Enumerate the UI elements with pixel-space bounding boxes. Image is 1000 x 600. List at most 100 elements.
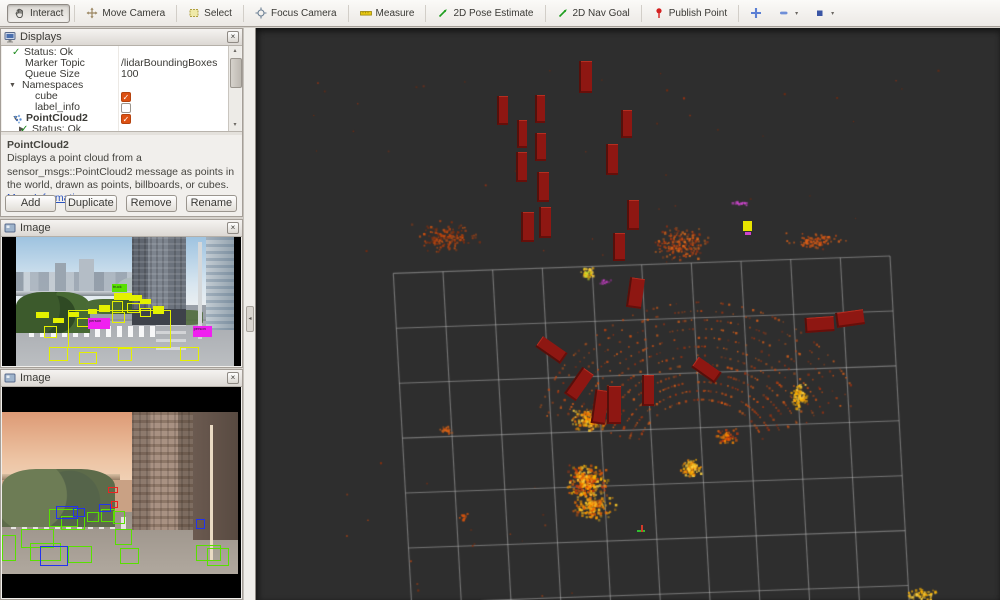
tool-interact[interactable]: Interact xyxy=(7,4,70,23)
image2-panel-header[interactable]: Image × xyxy=(1,370,242,387)
image2-close-button[interactable]: × xyxy=(227,372,239,384)
3d-viewport[interactable] xyxy=(256,28,1000,600)
green-arrow-icon xyxy=(437,7,449,19)
lidar-bounding-box xyxy=(517,120,527,148)
tool-label: 2D Pose Estimate xyxy=(453,8,533,19)
detection-label xyxy=(53,318,64,323)
image1-content: truckpersonperson xyxy=(2,237,241,366)
tree-row-status-ok[interactable]: ▶✓Status: Ok xyxy=(2,124,230,131)
image1-panel-title: Image xyxy=(20,222,51,234)
detection-label xyxy=(88,309,97,314)
tool-2d-nav-goal[interactable]: 2D Nav Goal xyxy=(550,4,637,23)
dropdown-caret-icon: ▾ xyxy=(795,10,798,17)
tool-measure[interactable]: Measure xyxy=(353,4,422,23)
description-body: Displays a point cloud from a sensor_msg… xyxy=(7,152,234,191)
detection-box xyxy=(44,326,57,338)
lidar-bounding-box xyxy=(607,386,621,424)
displays-tree[interactable]: ✓Status: OkMarker Topic/lidarBoundingBox… xyxy=(2,46,230,131)
toolbar-separator xyxy=(738,5,739,22)
lidar-bounding-box xyxy=(606,144,618,175)
detection-box xyxy=(113,511,125,524)
lidar-bounding-box xyxy=(521,212,534,242)
toolbar-separator xyxy=(641,5,642,22)
tool-select[interactable]: Select xyxy=(181,4,239,23)
scroll-up-icon[interactable]: ▴ xyxy=(229,46,241,57)
image2-content xyxy=(2,387,241,598)
displays-panel-title: Displays xyxy=(20,31,62,43)
lidar-bounding-box xyxy=(535,133,546,161)
detection-label: truck xyxy=(112,284,127,292)
camera-image-infrared xyxy=(2,412,238,574)
remove-button[interactable]: Remove xyxy=(126,195,177,212)
add-button[interactable]: Add xyxy=(5,195,56,212)
camera-image-day: truckpersonperson xyxy=(16,237,234,366)
checkbox-checked[interactable]: ✓ xyxy=(121,92,131,102)
panel-divider[interactable]: ◂ xyxy=(243,28,256,600)
detection-box xyxy=(112,312,125,324)
toolbar-separator xyxy=(176,5,177,22)
image1-close-button[interactable]: × xyxy=(227,222,239,234)
green-arrow-icon xyxy=(557,7,569,19)
detection-label: person xyxy=(193,326,213,336)
detection-label xyxy=(153,306,164,314)
lidar-bounding-box xyxy=(613,233,625,261)
scroll-down-icon[interactable]: ▾ xyxy=(229,120,241,131)
detection-box xyxy=(99,504,111,512)
tool-publish-point[interactable]: Publish Point xyxy=(646,4,734,23)
panel-collapse-handle[interactable]: ◂ xyxy=(246,306,254,332)
detection-box xyxy=(127,303,140,313)
lidar-bounding-box xyxy=(497,96,508,125)
tool-label: Interact xyxy=(30,8,63,19)
measure-icon xyxy=(360,7,372,19)
displays-scrollbar[interactable]: ▴ ▾ xyxy=(228,46,241,131)
lidar-bounding-box xyxy=(564,367,594,401)
detection-box xyxy=(111,501,118,507)
blue-square-icon xyxy=(814,7,826,19)
expand-arrow-icon[interactable]: ▼ xyxy=(9,80,16,91)
tool-blue-dash[interactable]: ▾ xyxy=(771,4,805,23)
description-title: PointCloud2 xyxy=(7,139,69,151)
scrollbar-thumb[interactable] xyxy=(230,58,242,88)
tool-2d-pose-estimate[interactable]: 2D Pose Estimate xyxy=(430,4,540,23)
displays-panel-header[interactable]: Displays × xyxy=(1,29,242,46)
checkbox-checked[interactable]: ✓ xyxy=(121,114,131,124)
detection-box xyxy=(79,352,96,364)
tool-label: Publish Point xyxy=(669,8,727,19)
blue-cross-icon xyxy=(750,7,762,19)
toolbar: Interact Move Camera Select Focus Camera Mea… xyxy=(0,0,1000,27)
detection-label xyxy=(99,305,110,312)
lidar-bounding-box xyxy=(516,152,527,182)
status-ok-check-icon: ✓ xyxy=(20,124,28,131)
tool-focus-camera[interactable]: Focus Camera xyxy=(248,4,344,23)
checkbox-unchecked[interactable] xyxy=(121,103,131,113)
tool-blue-square[interactable]: ▾ xyxy=(807,4,841,23)
detection-box xyxy=(115,529,132,545)
lidar-bounding-box xyxy=(537,172,549,202)
axis-red xyxy=(641,525,643,532)
detection-box xyxy=(207,548,228,566)
tool-move-camera[interactable]: Move Camera xyxy=(79,4,172,23)
tool-label: Move Camera xyxy=(102,8,165,19)
lidar-bounding-box xyxy=(691,357,721,384)
detection-box xyxy=(196,519,205,529)
detection-label xyxy=(36,312,49,319)
tree-row-value[interactable]: 100 xyxy=(121,69,139,80)
lidar-bounding-box xyxy=(539,207,551,238)
select-icon xyxy=(188,7,200,19)
detection-box xyxy=(108,487,117,493)
detection-box xyxy=(140,308,151,317)
image1-panel-header[interactable]: Image × xyxy=(1,220,242,237)
tool-blue-cross[interactable] xyxy=(743,4,769,23)
blue-dash-icon xyxy=(778,7,790,19)
detection-label xyxy=(68,312,79,317)
image2-panel-title: Image xyxy=(20,372,51,384)
duplicate-button[interactable]: Duplicate xyxy=(65,195,116,212)
image-panel-icon xyxy=(4,222,16,234)
yellow-cube-marker xyxy=(743,221,752,231)
rename-button[interactable]: Rename xyxy=(186,195,237,212)
tool-label: Select xyxy=(204,8,232,19)
lidar-bounding-box xyxy=(621,110,632,138)
dropdown-caret-icon: ▾ xyxy=(831,10,834,17)
toolbar-separator xyxy=(545,5,546,22)
displays-close-button[interactable]: × xyxy=(227,31,239,43)
